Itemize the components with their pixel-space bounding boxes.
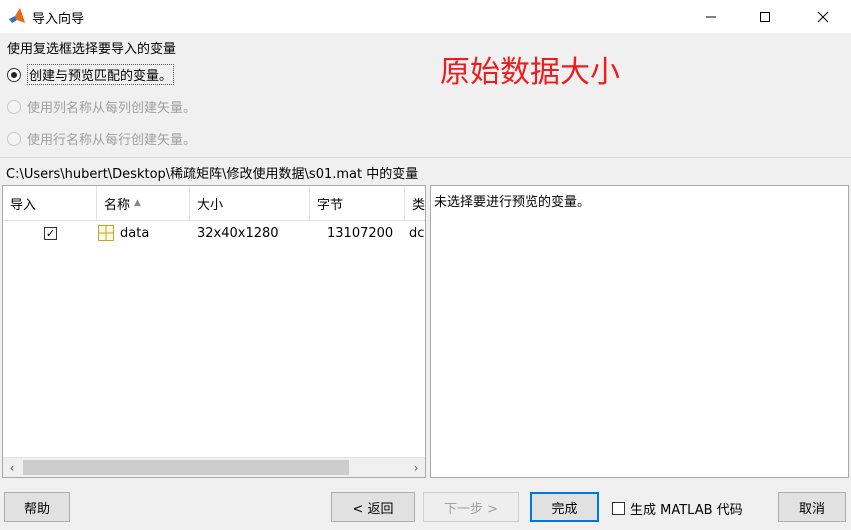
sort-ascending-icon: ▲ [134, 198, 141, 208]
import-checkbox[interactable]: ✓ [44, 226, 57, 240]
scroll-left-icon[interactable]: ‹ [3, 458, 21, 477]
cancel-button[interactable]: 取消 [778, 492, 846, 522]
preview-message: 未选择要进行预览的变量。 [434, 195, 591, 210]
variable-size: 32x40x1280 [197, 225, 279, 241]
finish-button[interactable]: 完成 [530, 492, 599, 522]
variable-class: dc [409, 225, 425, 241]
generate-code-option[interactable]: 生成 MATLAB 代码 [612, 499, 743, 518]
radio-button[interactable] [7, 99, 21, 114]
generate-code-checkbox[interactable] [612, 502, 625, 515]
table-row[interactable]: ✓ data 32x40x1280 13107200 dc [3, 222, 425, 244]
preview-panel: 未选择要进行预览的变量。 [430, 185, 849, 478]
radio-button[interactable] [7, 131, 21, 146]
group-label: 使用复选框选择要导入的变量 [7, 42, 177, 57]
close-icon [817, 11, 829, 22]
next-button[interactable]: 下一步 > [423, 492, 519, 522]
variable-array-icon [98, 225, 114, 241]
column-header-size[interactable]: 大小 [190, 186, 310, 220]
title-bar: 导入向导 [0, 0, 851, 33]
variables-table[interactable]: 导入 名称 ▲ 大小 字节 类 ✓ data 32x40x1280 1310720… [2, 185, 426, 478]
column-header-name[interactable]: 名称 ▲ [97, 186, 190, 220]
radio-button-checked[interactable] [7, 67, 21, 82]
radio-match-preview[interactable]: 创建与预览匹配的变量。 [7, 64, 175, 85]
back-button[interactable]: < 返回 [331, 492, 415, 522]
radio-row-vectors[interactable]: 使用行名称从每行创建矢量。 [7, 129, 196, 148]
minimize-icon [706, 16, 716, 17]
minimize-button[interactable] [688, 0, 734, 33]
radio-label: 创建与预览匹配的变量。 [27, 64, 175, 85]
maximize-button[interactable] [742, 0, 788, 33]
horizontal-scrollbar[interactable]: ‹ › [3, 457, 425, 477]
variable-name: data [120, 225, 150, 241]
table-header: 导入 名称 ▲ 大小 字节 类 [3, 186, 425, 221]
close-button[interactable] [800, 0, 846, 33]
column-header-import[interactable]: 导入 [3, 186, 97, 220]
help-button[interactable]: 帮助 [4, 492, 70, 522]
scroll-right-icon[interactable]: › [407, 458, 425, 477]
radio-column-vectors[interactable]: 使用列名称从每列创建矢量。 [7, 97, 196, 116]
variable-bytes: 13107200 [327, 225, 394, 241]
column-header-bytes[interactable]: 字节 [310, 186, 405, 220]
scroll-thumb[interactable] [23, 460, 349, 475]
maximize-icon [760, 11, 770, 22]
file-path-label: C:\Users\hubert\Desktop\稀疏矩阵\修改使用数据\s01.… [6, 167, 419, 182]
generate-code-label: 生成 MATLAB 代码 [630, 503, 743, 518]
radio-label: 使用列名称从每列创建矢量。 [27, 101, 197, 116]
column-header-class[interactable]: 类 [405, 186, 425, 220]
annotation-text: 原始数据大小 [440, 55, 620, 90]
window-title: 导入向导 [32, 12, 85, 27]
matlab-logo-icon [9, 8, 25, 23]
radio-label: 使用行名称从每行创建矢量。 [27, 133, 197, 148]
